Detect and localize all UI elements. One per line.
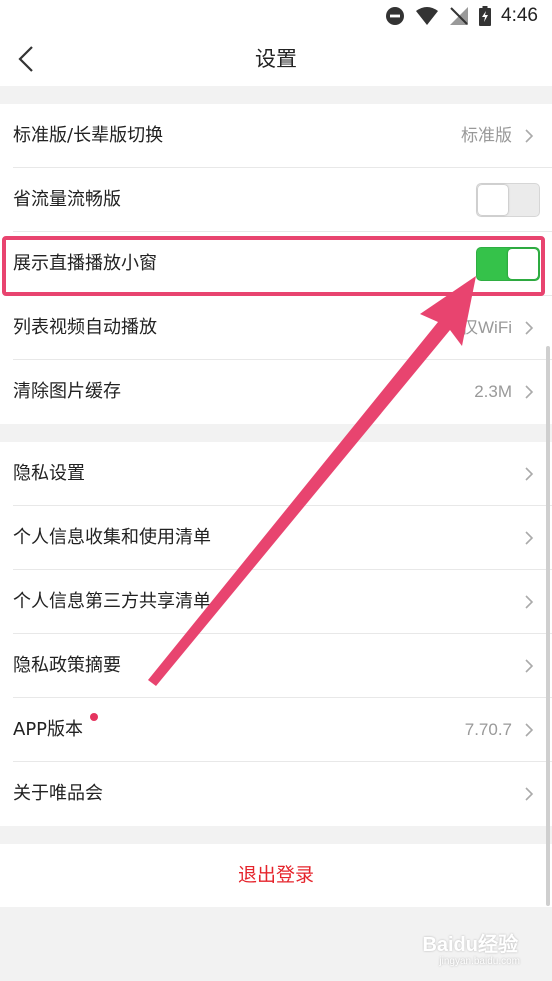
settings-row-video-autoplay[interactable]: 列表视频自动播放 仅WiFi bbox=[0, 296, 552, 360]
settings-group-1: 标准版/长辈版切换 标准版 省流量流畅版 展示直播播放小窗 列表视频自动播放 仅… bbox=[0, 104, 552, 424]
chevron-right-icon bbox=[525, 595, 534, 609]
settings-row-version-switch[interactable]: 标准版/长辈版切换 标准版 bbox=[0, 104, 552, 168]
row-label: 列表视频自动播放 bbox=[13, 317, 157, 338]
settings-row-live-mini-window: 展示直播播放小窗 bbox=[0, 232, 552, 296]
wifi-icon bbox=[416, 7, 439, 25]
row-label: 清除图片缓存 bbox=[13, 381, 121, 402]
status-bar: 4:46 bbox=[0, 0, 552, 32]
settings-row-info-collection[interactable]: 个人信息收集和使用清单 bbox=[0, 506, 552, 570]
settings-row-about[interactable]: 关于唯品会 bbox=[0, 762, 552, 826]
status-icons: 4:46 bbox=[385, 4, 538, 28]
chevron-right-icon bbox=[525, 787, 534, 801]
row-label: 省流量流畅版 bbox=[13, 189, 121, 210]
row-label: 标准版/长辈版切换 bbox=[13, 125, 164, 146]
status-time: 4:46 bbox=[501, 5, 538, 26]
chevron-right-icon bbox=[525, 129, 534, 143]
row-label: 个人信息第三方共享清单 bbox=[13, 591, 211, 612]
nav-bar: 设置 bbox=[0, 32, 552, 86]
do-not-disturb-icon bbox=[386, 7, 405, 25]
row-label: 关于唯品会 bbox=[13, 783, 103, 804]
update-badge-dot bbox=[90, 713, 98, 721]
data-saver-toggle[interactable] bbox=[476, 183, 540, 217]
battery-charging-icon bbox=[479, 6, 492, 26]
row-value: 仅WiFi bbox=[461, 318, 512, 337]
settings-row-data-saver: 省流量流畅版 bbox=[0, 168, 552, 232]
chevron-right-icon bbox=[525, 723, 534, 737]
row-label: APP版本 bbox=[13, 719, 84, 740]
row-label: 隐私设置 bbox=[13, 463, 85, 484]
settings-row-third-party-sharing[interactable]: 个人信息第三方共享清单 bbox=[0, 570, 552, 634]
row-value: 标准版 bbox=[461, 126, 512, 145]
row-label: 展示直播播放小窗 bbox=[13, 253, 157, 274]
settings-row-privacy[interactable]: 隐私设置 bbox=[0, 442, 552, 506]
chevron-left-icon[interactable] bbox=[12, 42, 42, 76]
live-mini-window-toggle[interactable] bbox=[476, 247, 540, 281]
settings-row-app-version[interactable]: APP版本 7.70.7 bbox=[0, 698, 552, 762]
chevron-right-icon bbox=[525, 659, 534, 673]
baidu-watermark: Baidu经验 bbox=[422, 934, 518, 956]
chevron-right-icon bbox=[525, 467, 534, 481]
scrollbar[interactable] bbox=[546, 346, 550, 906]
no-signal-icon bbox=[450, 7, 469, 25]
settings-row-clear-cache[interactable]: 清除图片缓存 2.3M bbox=[0, 360, 552, 424]
page-title: 设置 bbox=[255, 47, 297, 71]
logout-button[interactable]: 退出登录 bbox=[0, 844, 552, 907]
chevron-right-icon bbox=[525, 531, 534, 545]
chevron-right-icon bbox=[525, 321, 534, 335]
settings-row-privacy-summary[interactable]: 隐私政策摘要 bbox=[0, 634, 552, 698]
toggle-knob bbox=[478, 185, 508, 215]
baidu-watermark-url: jingyan.baidu.com bbox=[439, 956, 520, 967]
row-value: 2.3M bbox=[474, 382, 512, 401]
chevron-right-icon bbox=[525, 385, 534, 399]
settings-group-2: 隐私设置 个人信息收集和使用清单 个人信息第三方共享清单 隐私政策摘要 APP版… bbox=[0, 442, 552, 826]
row-label: 个人信息收集和使用清单 bbox=[13, 527, 211, 548]
row-value: 7.70.7 bbox=[464, 720, 512, 739]
toggle-knob bbox=[508, 249, 538, 279]
row-label: 隐私政策摘要 bbox=[13, 655, 121, 676]
